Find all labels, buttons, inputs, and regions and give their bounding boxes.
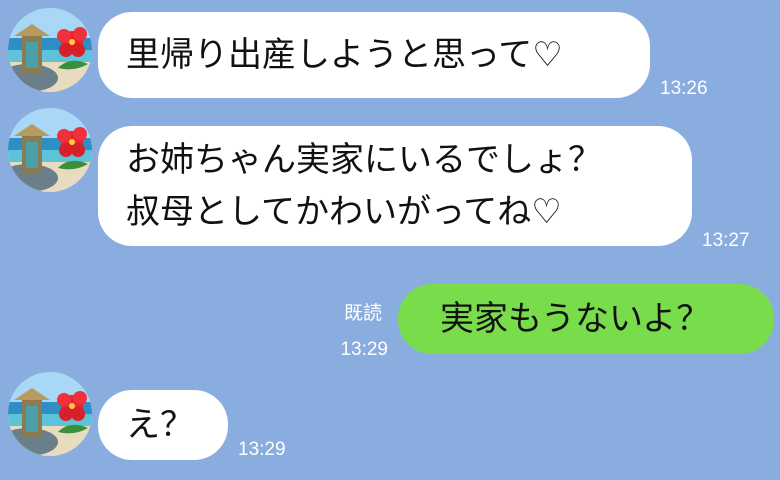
message-timestamp: 13:26 bbox=[660, 78, 708, 99]
message-text: 里帰り出産しようと思って♡ bbox=[126, 35, 563, 75]
read-receipt: 既読 bbox=[343, 303, 382, 324]
avatar[interactable] bbox=[8, 372, 92, 456]
beach-avatar-icon bbox=[8, 372, 92, 456]
avatar[interactable] bbox=[8, 8, 92, 92]
message-timestamp: 13:27 bbox=[702, 230, 750, 251]
message-text-line: 叔母としてかわいがってね♡ bbox=[126, 192, 562, 232]
message-text: え？ bbox=[126, 405, 194, 445]
incoming-message-bubble[interactable]: お姉ちゃん実家にいるでしょ？ 叔母としてかわいがってね♡ bbox=[98, 126, 692, 246]
message-timestamp: 13:29 bbox=[238, 439, 286, 460]
message-text: 実家もうないよ？ bbox=[440, 299, 711, 339]
incoming-message-bubble[interactable]: 里帰り出産しようと思って♡ bbox=[98, 12, 650, 98]
beach-avatar-icon bbox=[8, 108, 92, 192]
outgoing-message-bubble[interactable]: 実家もうないよ？ bbox=[398, 284, 774, 354]
message-text-line: お姉ちゃん実家にいるでしょ？ bbox=[126, 140, 602, 180]
message-timestamp: 13:29 bbox=[340, 339, 388, 360]
beach-avatar-icon bbox=[8, 8, 92, 92]
avatar[interactable] bbox=[8, 108, 92, 192]
incoming-message-bubble[interactable]: え？ bbox=[98, 390, 228, 460]
